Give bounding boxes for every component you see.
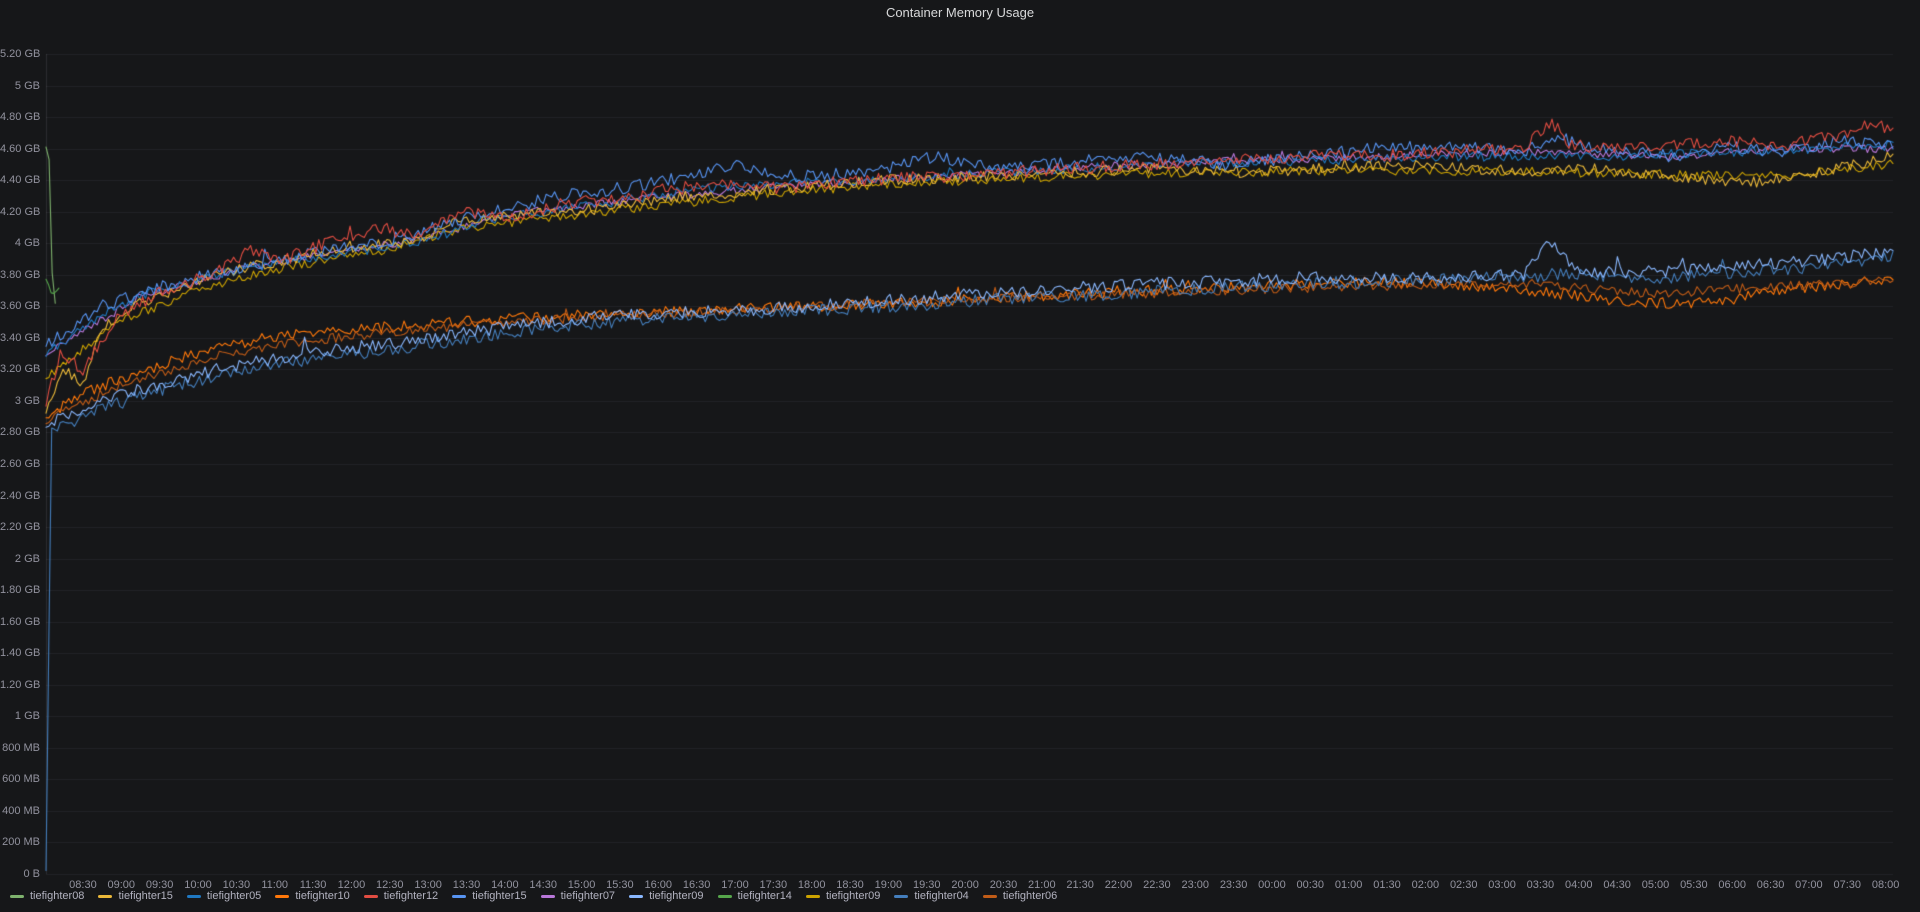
y-axis-label: 3.60 GB bbox=[0, 300, 40, 312]
x-axis-label: 01:00 bbox=[1335, 879, 1363, 891]
legend-item[interactable]: tiefighter07 bbox=[541, 891, 615, 902]
y-axis-label: 3.20 GB bbox=[0, 363, 40, 375]
legend-item[interactable]: tiefighter09 bbox=[629, 891, 703, 902]
legend-series-name: tiefighter09 bbox=[826, 891, 880, 902]
y-axis-label: 1.80 GB bbox=[0, 584, 40, 596]
x-axis-label: 05:00 bbox=[1642, 879, 1670, 891]
y-axis-label: 4.40 GB bbox=[0, 174, 40, 186]
y-axis-label: 0 B bbox=[0, 868, 40, 880]
legend-series-name: tiefighter09 bbox=[649, 891, 703, 902]
legend-series-name: tiefighter15 bbox=[472, 891, 526, 902]
y-axis-label: 4.80 GB bbox=[0, 111, 40, 123]
x-axis-label: 21:30 bbox=[1066, 879, 1094, 891]
series-color-swatch bbox=[983, 895, 997, 898]
x-axis-label: 14:30 bbox=[529, 879, 557, 891]
legend: tiefighter08 tiefighter15 tiefighter05 tief… bbox=[10, 891, 1057, 902]
x-axis-label: 22:00 bbox=[1105, 879, 1133, 891]
series-color-swatch bbox=[894, 895, 908, 898]
y-axis-label: 800 MB bbox=[0, 742, 40, 754]
series-color-swatch bbox=[187, 895, 201, 898]
y-axis-label: 1.40 GB bbox=[0, 647, 40, 659]
series-color-swatch bbox=[541, 895, 555, 898]
y-axis-label: 3 GB bbox=[0, 395, 40, 407]
legend-item[interactable]: tiefighter15 bbox=[452, 891, 526, 902]
y-axis-label: 4.60 GB bbox=[0, 143, 40, 155]
x-axis-label: 03:00 bbox=[1488, 879, 1516, 891]
legend-series-name: tiefighter04 bbox=[914, 891, 968, 902]
x-axis-label: 23:30 bbox=[1220, 879, 1248, 891]
y-axis-label: 2.80 GB bbox=[0, 426, 40, 438]
y-axis-label: 5 GB bbox=[0, 80, 40, 92]
x-axis-label: 04:30 bbox=[1603, 879, 1631, 891]
legend-item[interactable]: tiefighter14 bbox=[718, 891, 792, 902]
legend-item[interactable]: tiefighter04 bbox=[894, 891, 968, 902]
y-axis-label: 3.80 GB bbox=[0, 269, 40, 281]
series-color-swatch bbox=[806, 895, 820, 898]
legend-item[interactable]: tiefighter05 bbox=[187, 891, 261, 902]
y-axis-label: 4.20 GB bbox=[0, 206, 40, 218]
series-color-swatch bbox=[718, 895, 732, 898]
legend-series-name: tiefighter08 bbox=[30, 891, 84, 902]
legend-item[interactable]: tiefighter15 bbox=[98, 891, 172, 902]
x-axis-label: 06:00 bbox=[1718, 879, 1746, 891]
series-color-swatch bbox=[98, 895, 112, 898]
y-axis-label: 2.20 GB bbox=[0, 521, 40, 533]
series-color-swatch bbox=[10, 895, 24, 898]
y-axis-label: 3.40 GB bbox=[0, 332, 40, 344]
legend-series-name: tiefighter07 bbox=[561, 891, 615, 902]
series-color-swatch bbox=[629, 895, 643, 898]
x-axis-label: 00:30 bbox=[1297, 879, 1325, 891]
y-axis-label: 2.40 GB bbox=[0, 490, 40, 502]
x-axis-label: 03:30 bbox=[1527, 879, 1555, 891]
y-axis-label: 1 GB bbox=[0, 710, 40, 722]
x-axis-label: 11:00 bbox=[261, 879, 288, 891]
series-color-swatch bbox=[275, 895, 289, 898]
legend-series-name: tiefighter05 bbox=[207, 891, 261, 902]
x-axis-label: 23:00 bbox=[1181, 879, 1209, 891]
y-axis-label: 2.60 GB bbox=[0, 458, 40, 470]
x-axis-label: 22:30 bbox=[1143, 879, 1171, 891]
legend-series-name: tiefighter06 bbox=[1003, 891, 1057, 902]
y-axis-label: 2 GB bbox=[0, 553, 40, 565]
chart-canvas[interactable] bbox=[0, 0, 1920, 912]
y-axis-label: 4 GB bbox=[0, 237, 40, 249]
legend-item[interactable]: tiefighter10 bbox=[275, 891, 349, 902]
x-axis-label: 00:00 bbox=[1258, 879, 1286, 891]
x-axis-label: 02:00 bbox=[1412, 879, 1440, 891]
legend-series-name: tiefighter10 bbox=[295, 891, 349, 902]
legend-series-name: tiefighter14 bbox=[738, 891, 792, 902]
y-axis-label: 1.20 GB bbox=[0, 679, 40, 691]
x-axis-label: 07:00 bbox=[1795, 879, 1823, 891]
y-axis-label: 5.20 GB bbox=[0, 48, 40, 60]
x-axis-label: 04:00 bbox=[1565, 879, 1593, 891]
legend-item[interactable]: tiefighter12 bbox=[364, 891, 438, 902]
x-axis-label: 05:30 bbox=[1680, 879, 1708, 891]
legend-series-name: tiefighter12 bbox=[384, 891, 438, 902]
y-axis-label: 1.60 GB bbox=[0, 616, 40, 628]
legend-series-name: tiefighter15 bbox=[118, 891, 172, 902]
legend-item[interactable]: tiefighter06 bbox=[983, 891, 1057, 902]
y-axis-label: 200 MB bbox=[0, 836, 40, 848]
x-axis-label: 18:00 bbox=[798, 879, 826, 891]
x-axis-label: 06:30 bbox=[1757, 879, 1785, 891]
series-color-swatch bbox=[364, 895, 378, 898]
series-color-swatch bbox=[452, 895, 466, 898]
y-axis-label: 600 MB bbox=[0, 773, 40, 785]
x-axis-label: 02:30 bbox=[1450, 879, 1478, 891]
y-axis-label: 400 MB bbox=[0, 805, 40, 817]
grafana-panel: Container Memory Usage 5.20 GB5 GB4.80 G… bbox=[0, 0, 1920, 912]
legend-item[interactable]: tiefighter08 bbox=[10, 891, 84, 902]
x-axis-label: 08:00 bbox=[1872, 879, 1900, 891]
legend-item[interactable]: tiefighter09 bbox=[806, 891, 880, 902]
x-axis-label: 07:30 bbox=[1833, 879, 1861, 891]
x-axis-label: 01:30 bbox=[1373, 879, 1401, 891]
